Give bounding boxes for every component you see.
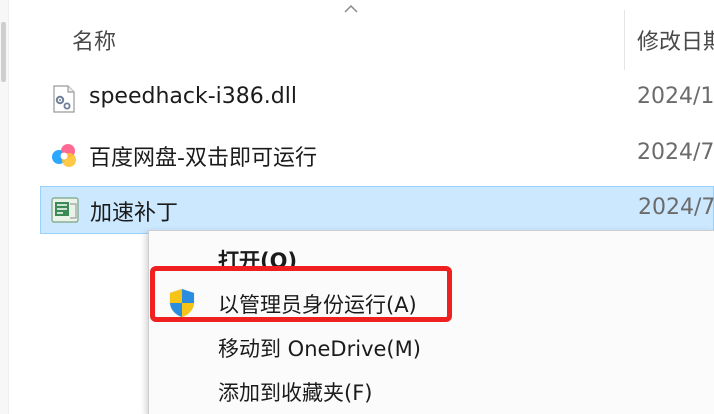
menu-item-add-to-favorites[interactable]: 添加到收藏夹(F) — [149, 369, 714, 413]
menu-item-label: 移动到 OneDrive(M) — [218, 337, 421, 361]
column-header-name[interactable]: 名称 — [72, 24, 116, 56]
baidu-netdisk-icon — [52, 144, 76, 167]
dll-gear-icon — [53, 85, 75, 113]
menu-item-label: 添加到收藏夹(F) — [218, 381, 373, 405]
menu-item-move-to-onedrive[interactable]: 移动到 OneDrive(M) — [149, 325, 714, 369]
sort-ascending-icon[interactable] — [344, 4, 358, 14]
menu-item-run-as-admin[interactable]: 以管理员身份运行(A) — [149, 281, 714, 325]
file-date: 2024/1 — [637, 84, 714, 109]
menu-item-open[interactable]: 打开(O) — [149, 237, 714, 281]
file-date: 2024/7 — [638, 195, 714, 220]
file-date: 2024/7 — [637, 140, 714, 165]
scrollbar-thumb[interactable] — [1, 22, 6, 82]
file-name: 加速补丁 — [90, 201, 179, 226]
file-name: speedhack-i386.dll — [89, 84, 297, 109]
file-name: 百度网盘-双击即可运行 — [89, 146, 317, 171]
context-menu: 打开(O) 以管理员身份运行(A) 移动到 OneDrive(M) 添加到收藏夹… — [148, 230, 714, 414]
file-explorer-view: 名称 修改日期 speedhack-i386.dll 2024/1 百度网盘-双… — [0, 0, 714, 414]
menu-item-label: 以管理员身份运行(A) — [218, 293, 417, 317]
column-divider[interactable] — [624, 10, 625, 70]
menu-item-label: 打开(O) — [218, 249, 298, 273]
uac-shield-icon — [169, 288, 195, 318]
file-row-baidu-netdisk[interactable]: 百度网盘-双击即可运行 2024/7 — [40, 132, 714, 180]
file-row-patch-selected[interactable]: 加速补丁 2024/7 — [40, 186, 714, 234]
file-row-speedhack-dll[interactable]: speedhack-i386.dll 2024/1 — [40, 76, 714, 124]
column-header-date-modified[interactable]: 修改日期 — [637, 24, 714, 56]
column-header-bar: 名称 修改日期 — [8, 0, 714, 72]
patch-app-icon — [51, 197, 79, 223]
